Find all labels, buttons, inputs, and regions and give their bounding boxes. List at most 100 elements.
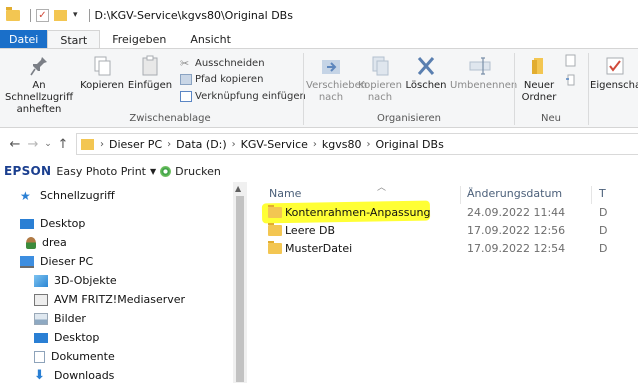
file-name: MusterDatei xyxy=(285,242,353,255)
file-type: D xyxy=(599,224,608,237)
paste-button[interactable]: Einfügen xyxy=(124,55,176,92)
downloads-icon: ⬇ xyxy=(34,367,45,383)
navigation-pane: ★ Schnellzugriff Desktop drea Dieser PC … xyxy=(0,182,247,383)
new-folder-quick-icon[interactable] xyxy=(54,9,67,21)
nav-item-label: Dieser PC xyxy=(40,255,94,268)
nav-item-media-server[interactable]: AVM FRITZ!Mediaserver xyxy=(34,293,185,306)
easy-photo-print-button[interactable]: Easy Photo Print ▼ xyxy=(56,165,156,178)
table-row[interactable]: MusterDatei 17.09.2022 12:54 D xyxy=(247,240,638,258)
nav-item-this-pc[interactable]: Dieser PC xyxy=(20,255,93,268)
nav-scrollbar[interactable]: ▲ xyxy=(233,182,247,383)
chevron-right-icon[interactable]: › xyxy=(367,139,371,150)
window-title: D:\KGV-Service\kgvs80\Original DBs xyxy=(94,8,293,22)
nav-item-desktop-2[interactable]: Desktop xyxy=(34,331,99,344)
paste-label: Einfügen xyxy=(127,80,173,91)
chevron-right-icon[interactable]: › xyxy=(232,139,236,150)
table-row[interactable]: Leere DB 17.09.2022 12:56 D xyxy=(247,222,638,240)
scroll-thumb[interactable] xyxy=(236,196,244,382)
group-clipboard-label: Zwischenablage xyxy=(129,113,211,124)
copy-to-button[interactable]: Kopieren nach xyxy=(358,55,402,104)
copy-button[interactable]: Kopieren xyxy=(80,55,124,92)
crumb-kgvs80[interactable]: kgvs80 xyxy=(322,138,362,151)
group-separator xyxy=(303,53,304,125)
nav-item-documents[interactable]: Dokumente xyxy=(34,350,115,363)
epson-toolbar: EPSON Easy Photo Print ▼ Drucken xyxy=(0,160,638,182)
copy-path-button[interactable]: Pfad kopieren xyxy=(180,73,263,86)
title-separator xyxy=(88,8,90,22)
ribbon: An Schnellzugriff anheften Kopieren Einf… xyxy=(0,48,638,128)
scissors-icon: ✂ xyxy=(180,57,190,70)
nav-item-desktop[interactable]: Desktop xyxy=(20,217,85,230)
tab-start[interactable]: Start xyxy=(47,30,101,49)
new-item-button[interactable] xyxy=(560,53,582,93)
paste-shortcut-icon xyxy=(180,91,192,102)
table-row[interactable]: Kontenrahmen-Anpassung 24.09.2022 11:44 … xyxy=(247,204,638,222)
user-icon xyxy=(26,236,36,249)
properties-button[interactable]: Eigenschaften xyxy=(590,55,638,92)
delete-button[interactable]: Löschen xyxy=(404,55,448,92)
column-divider[interactable] xyxy=(591,186,592,204)
star-icon: ★ xyxy=(20,188,31,203)
file-list: ︿ Name Änderungsdatum T Kontenrahmen-Anp… xyxy=(247,182,638,383)
paste-shortcut-button[interactable]: Verknüpfung einfügen xyxy=(180,90,306,103)
file-type: D xyxy=(599,242,608,255)
file-name: Kontenrahmen-Anpassung xyxy=(285,206,431,219)
back-arrow-icon[interactable]: ← xyxy=(6,137,24,152)
properties-quick-icon[interactable]: ✓ xyxy=(36,8,49,22)
nav-item-downloads[interactable]: ⬇ Downloads xyxy=(34,367,114,383)
crumb-dieser-pc[interactable]: Dieser PC xyxy=(109,138,162,151)
chevron-right-icon[interactable]: › xyxy=(167,139,171,150)
pin-quick-access-button[interactable]: An Schnellzugriff anheften xyxy=(2,55,76,116)
crumb-kgv-service[interactable]: KGV-Service xyxy=(241,138,308,151)
paste-shortcut-label: Verknüpfung einfügen xyxy=(195,91,306,102)
crumb-data-d[interactable]: Data (D:) xyxy=(176,138,227,151)
epson-logo: EPSON xyxy=(4,164,52,178)
desktop-icon xyxy=(20,218,34,229)
file-date: 17.09.2022 12:56 xyxy=(467,224,566,237)
nav-item-label: Schnellzugriff xyxy=(40,189,115,202)
easy-photo-print-label: Easy Photo Print xyxy=(56,164,146,178)
nav-item-pictures[interactable]: Bilder xyxy=(34,312,86,325)
tab-datei[interactable]: Datei xyxy=(0,30,48,49)
chevron-right-icon[interactable]: › xyxy=(100,139,104,150)
pictures-icon xyxy=(34,312,48,325)
copy-to-label-2: nach xyxy=(367,92,393,103)
recent-locations-icon[interactable]: ⌄ xyxy=(42,139,54,149)
new-folder-icon xyxy=(532,58,543,74)
nav-item-label: Desktop xyxy=(40,217,86,230)
chevron-down-icon[interactable]: ▼ xyxy=(150,167,156,176)
forward-arrow-icon[interactable]: → xyxy=(24,137,42,152)
copy-icon xyxy=(94,56,111,76)
nav-item-label: 3D-Objekte xyxy=(54,274,117,287)
pin-label-2: anheften xyxy=(16,104,62,115)
new-folder-label-2: Ordner xyxy=(521,92,557,103)
print-button[interactable]: Drucken xyxy=(160,165,221,178)
nav-item-quick-access[interactable]: ★ Schnellzugriff xyxy=(20,189,115,202)
nav-item-3d-objects[interactable]: 3D-Objekte xyxy=(34,274,117,287)
new-folder-button[interactable]: Neuer Ordner xyxy=(516,55,562,104)
nav-item-drea[interactable]: drea xyxy=(26,236,67,249)
chevron-right-icon[interactable]: › xyxy=(313,139,317,150)
rename-label: Umbenennen xyxy=(450,80,518,91)
rename-button[interactable]: Umbenennen xyxy=(450,55,518,92)
copy-label: Kopieren xyxy=(80,80,124,91)
cut-label: Ausschneiden xyxy=(195,58,265,69)
quick-access-dropdown-icon[interactable]: ▾ xyxy=(73,10,78,20)
group-separator xyxy=(588,53,589,125)
crumb-original-dbs[interactable]: Original DBs xyxy=(376,138,444,151)
tab-ansicht[interactable]: Ansicht xyxy=(178,30,243,49)
column-divider[interactable] xyxy=(460,186,461,204)
move-to-label-2: nach xyxy=(318,92,344,103)
column-header-date[interactable]: Änderungsdatum xyxy=(467,182,562,206)
print-label: Drucken xyxy=(175,164,221,178)
up-arrow-icon[interactable]: ↑ xyxy=(54,137,72,152)
cut-button[interactable]: ✂ Ausschneiden xyxy=(180,57,265,70)
pin-icon xyxy=(30,57,47,76)
move-to-button[interactable]: Verschieben nach xyxy=(306,55,367,104)
tab-freigeben[interactable]: Freigeben xyxy=(100,30,178,49)
column-header-type[interactable]: T xyxy=(599,182,606,206)
delete-label: Löschen xyxy=(405,80,447,91)
folder-icon xyxy=(268,223,282,236)
address-bar[interactable]: › Dieser PC › Data (D:) › KGV-Service › … xyxy=(76,133,638,155)
scroll-up-icon[interactable]: ▲ xyxy=(235,184,241,193)
